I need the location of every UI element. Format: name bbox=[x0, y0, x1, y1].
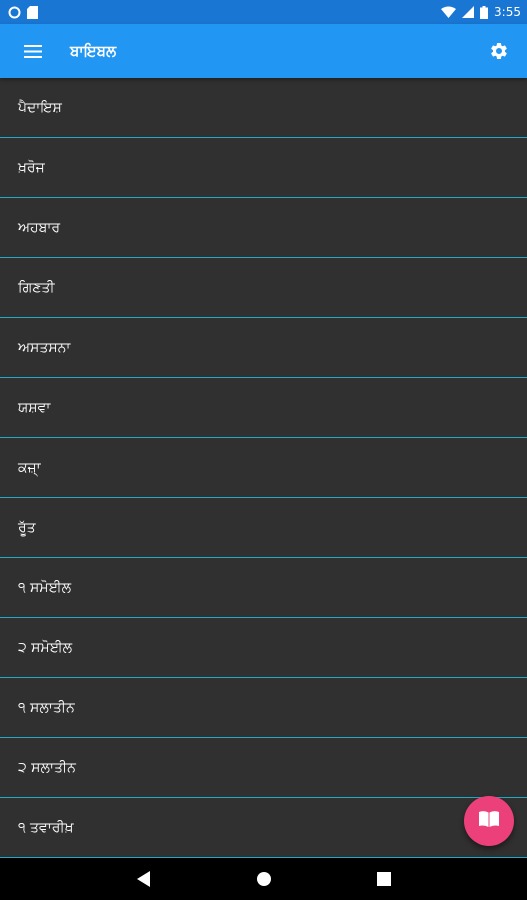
list-item[interactable]: ਅਹਬਾਰ bbox=[0, 198, 527, 258]
app-bar: ਬਾਇਬਲ bbox=[0, 24, 527, 78]
cell-signal-icon bbox=[462, 6, 475, 18]
book-list: ਪੈਦਾਇਸ਼ ਖ਼ਰੋਜ ਅਹਬਾਰ ਗਿਣਤੀ ਅਸਤਸਨਾ ਯਸ਼ਵਾ ਕ… bbox=[0, 78, 527, 858]
list-item[interactable]: ਖ਼ਰੋਜ bbox=[0, 138, 527, 198]
list-item[interactable]: ਪੈਦਾਇਸ਼ bbox=[0, 78, 527, 138]
list-item[interactable]: ੨ ਸਮੋਈਲ bbox=[0, 618, 527, 678]
status-left-icons bbox=[8, 5, 38, 19]
open-book-fab-button[interactable] bbox=[464, 796, 514, 846]
list-item[interactable]: ਕਜ਼ਾ੍ bbox=[0, 438, 527, 498]
open-book-icon bbox=[478, 810, 500, 832]
hamburger-menu-icon[interactable] bbox=[22, 40, 44, 62]
page-title: ਬਾਇਬਲ bbox=[70, 42, 117, 60]
list-item[interactable]: ਰੂੱਤ bbox=[0, 498, 527, 558]
list-item[interactable]: ੨ ਸਲਾਤੀਨ bbox=[0, 738, 527, 798]
sd-card-icon bbox=[27, 5, 38, 19]
status-time: 3:55 bbox=[494, 5, 521, 19]
list-item[interactable]: ਗਿਣਤੀ bbox=[0, 258, 527, 318]
recents-icon[interactable] bbox=[372, 867, 396, 891]
list-item[interactable]: ੧ ਸਲਾਤੀਨ bbox=[0, 678, 527, 738]
home-icon[interactable] bbox=[252, 867, 276, 891]
status-bar: 3:55 bbox=[0, 0, 527, 24]
notification-circle-icon bbox=[8, 6, 21, 19]
gear-icon[interactable] bbox=[487, 39, 511, 63]
battery-icon bbox=[480, 5, 489, 19]
list-item[interactable]: ੧ ਸਮੋਈਲ bbox=[0, 558, 527, 618]
list-item[interactable]: ਅਸਤਸਨਾ bbox=[0, 318, 527, 378]
list-item[interactable]: ਯਸ਼ਵਾ bbox=[0, 378, 527, 438]
wifi-icon bbox=[441, 6, 457, 18]
system-nav-bar bbox=[0, 858, 527, 900]
back-icon[interactable] bbox=[132, 867, 156, 891]
status-right-icons: 3:55 bbox=[441, 5, 521, 19]
list-item[interactable]: ੧ ਤਵਾਰੀਖ਼ bbox=[0, 798, 527, 858]
